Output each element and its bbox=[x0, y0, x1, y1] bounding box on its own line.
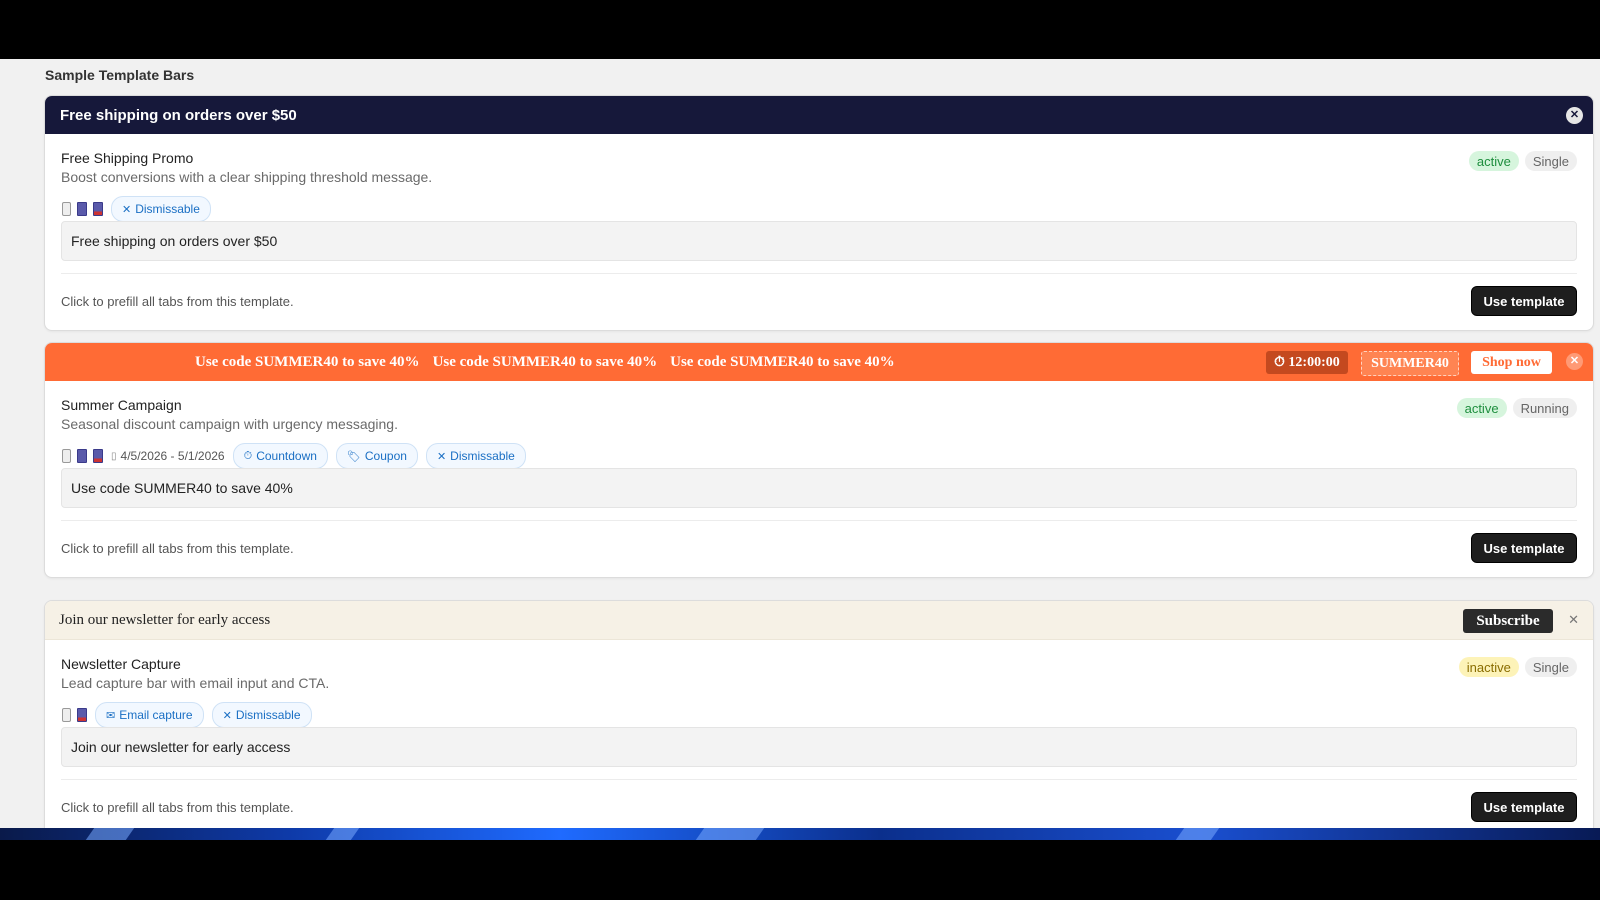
marquee-messages: Use code SUMMER40 to save 40% Use code S… bbox=[195, 343, 908, 381]
mobile-device-icon bbox=[61, 708, 71, 722]
calendar-icon: ▯ bbox=[111, 450, 117, 462]
timer-icon: ⏱ bbox=[243, 449, 253, 462]
chip-label: Dismissable bbox=[135, 202, 200, 216]
status-badge: inactive bbox=[1458, 657, 1519, 677]
section-title: Sample Template Bars bbox=[45, 67, 195, 83]
coupon-code[interactable]: SUMMER40 bbox=[1361, 351, 1459, 376]
close-icon[interactable]: ✕ bbox=[1566, 353, 1583, 370]
prefill-hint: Click to prefill all tabs from this temp… bbox=[61, 294, 294, 309]
template-description: Seasonal discount campaign with urgency … bbox=[61, 416, 398, 432]
status-badge: active bbox=[1456, 398, 1507, 418]
close-icon[interactable]: ✕ bbox=[1566, 107, 1583, 124]
bar-text: Join our newsletter for early access bbox=[59, 611, 271, 628]
marquee-message: Use code SUMMER40 to save 40% bbox=[195, 353, 420, 370]
chip-dismissable: ✕ Dismissable bbox=[211, 702, 312, 728]
chip-label: Dismissable bbox=[235, 708, 301, 722]
badges: inactive Single bbox=[1458, 657, 1577, 677]
mobile-device-icon bbox=[61, 202, 71, 216]
bar-preview-dark: Free shipping on orders over $50 ✕ bbox=[45, 96, 1593, 134]
badges: active Single bbox=[1468, 151, 1577, 171]
prefill-hint: Click to prefill all tabs from this temp… bbox=[61, 800, 294, 815]
use-template-button[interactable]: Use template bbox=[1471, 792, 1577, 822]
prefill-hint: Click to prefill all tabs from this temp… bbox=[61, 541, 294, 556]
use-template-button[interactable]: Use template bbox=[1471, 533, 1577, 563]
marquee-message: Use code SUMMER40 to save 40% bbox=[670, 353, 895, 370]
date-range: ▯ 4/5/2026 - 5/1/2026 bbox=[111, 449, 225, 463]
message-preview: Free shipping on orders over $50 bbox=[61, 221, 1577, 261]
desktop-device-icon bbox=[93, 202, 103, 216]
desktop-wallpaper-strip bbox=[0, 828, 1600, 840]
marquee-message: Use code SUMMER40 to save 40% bbox=[432, 353, 658, 370]
meta-row: ▯ 4/5/2026 - 5/1/2026 ⏱ Countdown 🏷 Coup… bbox=[61, 443, 526, 469]
chip-email-capture: ✉ Email capture bbox=[95, 702, 204, 728]
close-icon[interactable]: ✕ bbox=[1568, 612, 1579, 628]
bar-preview-orange: Use code SUMMER40 to save 40% Use code S… bbox=[45, 343, 1593, 381]
template-name: Summer Campaign bbox=[61, 397, 182, 413]
chip-coupon: 🏷 Coupon bbox=[335, 443, 418, 469]
mail-icon: ✉ bbox=[106, 709, 116, 722]
chip-dismissable: ✕ Dismissable bbox=[425, 443, 526, 469]
template-card-free-shipping: Free shipping on orders over $50 ✕ Free … bbox=[44, 95, 1594, 331]
meta-row: ✉ Email capture ✕ Dismissable bbox=[61, 702, 312, 728]
use-template-button[interactable]: Use template bbox=[1471, 286, 1577, 316]
message-preview: Join our newsletter for early access bbox=[61, 727, 1577, 767]
divider bbox=[61, 520, 1577, 521]
chip-dismissable: ✕ Dismissable bbox=[111, 196, 211, 222]
x-icon: ✕ bbox=[436, 450, 447, 463]
badges: active Running bbox=[1456, 398, 1577, 418]
divider bbox=[61, 273, 1577, 274]
divider bbox=[61, 779, 1577, 780]
tablet-device-icon bbox=[77, 449, 87, 463]
template-name: Newsletter Capture bbox=[61, 656, 181, 672]
tag-icon: 🏷 bbox=[346, 450, 361, 463]
x-icon: ✕ bbox=[222, 709, 232, 722]
bar-text: Free shipping on orders over $50 bbox=[60, 106, 297, 124]
template-name: Free Shipping Promo bbox=[61, 150, 194, 166]
status-badge: active bbox=[1468, 151, 1519, 171]
mode-badge: Single bbox=[1524, 151, 1577, 171]
mode-badge: Running bbox=[1512, 398, 1577, 418]
message-preview: Use code SUMMER40 to save 40% bbox=[61, 468, 1577, 508]
desktop-device-icon bbox=[77, 708, 87, 722]
template-description: Lead capture bar with email input and CT… bbox=[61, 675, 330, 691]
shop-now-button[interactable]: Shop now bbox=[1471, 351, 1552, 374]
meta-row: ✕ Dismissable bbox=[61, 196, 211, 222]
screen-top-black bbox=[0, 0, 1600, 59]
countdown-timer: ⏱ 12:00:00 bbox=[1266, 351, 1348, 374]
chip-label: Dismissable bbox=[450, 449, 515, 463]
x-icon: ✕ bbox=[122, 203, 132, 216]
template-card-newsletter: Join our newsletter for early access Sub… bbox=[44, 600, 1594, 828]
date-range-text: 4/5/2026 - 5/1/2026 bbox=[120, 449, 225, 463]
mode-badge: Single bbox=[1524, 657, 1577, 677]
template-description: Boost conversions with a clear shipping … bbox=[61, 169, 433, 185]
page: Sample Template Bars Free shipping on or… bbox=[0, 59, 1600, 828]
chip-label: Coupon bbox=[364, 449, 407, 463]
subscribe-button[interactable]: Subscribe bbox=[1463, 609, 1553, 633]
mobile-device-icon bbox=[61, 449, 71, 463]
chip-label: Email capture bbox=[119, 708, 193, 722]
bar-preview-cream: Join our newsletter for early access Sub… bbox=[45, 601, 1593, 640]
screen-bottom-black bbox=[0, 840, 1600, 900]
desktop-device-icon bbox=[93, 449, 103, 463]
tablet-device-icon bbox=[77, 202, 87, 216]
chip-label: Countdown bbox=[256, 449, 317, 463]
template-card-summer-campaign: Use code SUMMER40 to save 40% Use code S… bbox=[44, 342, 1594, 578]
chip-countdown: ⏱ Countdown bbox=[232, 443, 328, 469]
